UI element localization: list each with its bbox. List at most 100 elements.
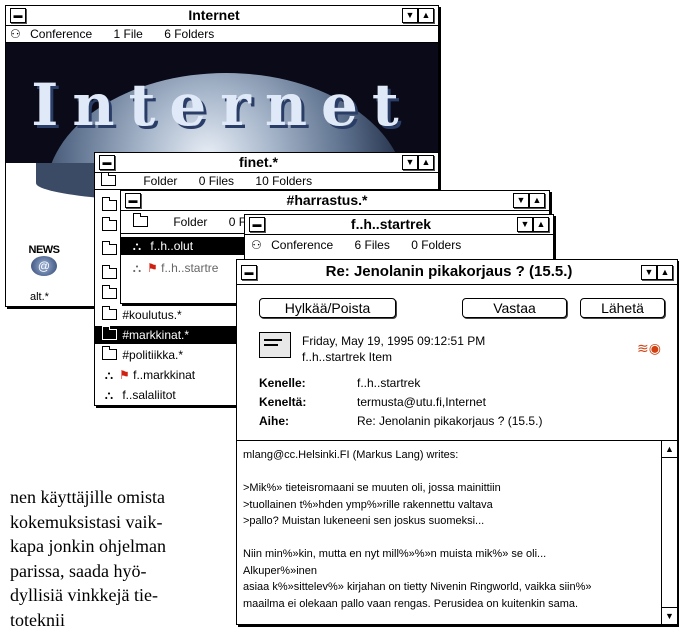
subject-value: Re: Jenolanin pikakorjaus ? (15.5.)	[357, 414, 542, 428]
info-files: 0 Files	[199, 174, 234, 188]
folder-icon	[133, 215, 166, 229]
scroll-down-icon[interactable]: ▼	[513, 193, 529, 208]
info-folders: 6 Folders	[164, 27, 214, 41]
newsgroup-icon: ⛬	[127, 237, 147, 255]
folder-icon	[101, 174, 134, 188]
scroll-down-icon[interactable]: ▼	[641, 265, 657, 280]
finet-title: finet.*	[119, 153, 398, 172]
body-line	[243, 464, 657, 481]
send-button[interactable]: Lähetä	[580, 298, 665, 318]
flag-icon: ⚑	[147, 261, 158, 275]
window-menu-icon[interactable]: ▬	[10, 8, 26, 23]
info-folders: 0 Folders	[411, 238, 461, 252]
body-line: >pallo? Muistan lukeneeni sen joskus suo…	[243, 513, 657, 530]
folder-icon	[102, 268, 117, 279]
newsgroup-icon: ⛬	[99, 366, 119, 384]
scroll-down-icon[interactable]: ▼	[517, 217, 533, 232]
info-type: Conference	[30, 27, 92, 41]
message-body-pane[interactable]: mlang@cc.Helsinki.FI (Markus Lang) write…	[237, 440, 677, 624]
scroll-down-icon[interactable]: ▼	[402, 8, 418, 23]
to-label: Kenelle:	[259, 376, 306, 390]
folder-icon	[102, 349, 117, 360]
folder-icon	[102, 244, 117, 255]
scroll-down-icon[interactable]: ▼	[402, 155, 418, 170]
to-value: f..h..startrek	[357, 376, 420, 390]
article-line: kapa jonkin ohjelman	[10, 534, 217, 559]
body-line: Niin min%»kin, mutta en nyt mill%»%»n mu…	[243, 546, 657, 563]
vertical-scrollbar[interactable]: ▲ ▼	[661, 441, 677, 624]
reject-button[interactable]: Hylkää/Poista	[259, 298, 396, 318]
newsgroup-icon: ⛬	[127, 259, 147, 277]
article-line: kokemuksistasi vaik-	[10, 510, 217, 535]
message-titlebar[interactable]: ▬ Re: Jenolanin pikakorjaus ? (15.5.) ▼ …	[237, 260, 677, 285]
internet-infobar: ⚇ Conference 1 File 6 Folders	[6, 26, 438, 43]
item-label: f..salaliitot	[122, 388, 175, 402]
body-line: >tuollainen t%»hden ymp%»rille rakennett…	[243, 497, 657, 514]
finet-titlebar[interactable]: ▬ finet.* ▼ ▲	[95, 153, 438, 173]
newsgroup-icon: ⛬	[99, 386, 119, 404]
folder-icon	[102, 329, 117, 340]
folder-icon	[102, 220, 117, 231]
wave-icon: ≋◉	[637, 340, 661, 357]
scrollbar-track[interactable]	[662, 458, 677, 607]
news-label: NEWS	[24, 244, 64, 256]
message-icon	[259, 332, 291, 358]
info-type: Folder	[173, 215, 207, 229]
scroll-up-icon[interactable]: ▲	[657, 265, 673, 280]
startrek-infobar: ⚇ Conference 6 Files 0 Folders	[245, 237, 553, 253]
internet-title: Internet	[30, 6, 398, 25]
message-window: ▬ Re: Jenolanin pikakorjaus ? (15.5.) ▼ …	[236, 259, 678, 625]
subject-label: Aihe:	[259, 414, 289, 428]
item-label: f..h..olut	[150, 239, 193, 253]
body-line: Alkuper%»inen	[243, 563, 657, 580]
startrek-titlebar[interactable]: ▬ f..h..startrek ▼ ▲	[245, 215, 553, 235]
item-label: f..markkinat	[133, 368, 195, 382]
scroll-up-icon[interactable]: ▲	[533, 217, 549, 232]
article-line: parissa, saada hyö-	[10, 559, 217, 584]
body-line: maailma ei olekaan pallo vaan rengas. Pe…	[243, 596, 657, 613]
body-line: >Mik%» tieteisromaani se muuten oli, jos…	[243, 480, 657, 497]
folder-icon	[102, 288, 117, 299]
body-line: asiaa k%»sittelev%» kirjahan on tietty N…	[243, 579, 657, 596]
info-type: Folder	[143, 174, 177, 188]
startrek-window: ▬ f..h..startrek ▼ ▲ ⚇ Conference 6 File…	[244, 214, 554, 264]
window-menu-icon[interactable]: ▬	[249, 217, 265, 232]
info-files: 1 File	[114, 27, 143, 41]
scroll-up-arrow-icon[interactable]: ▲	[662, 441, 677, 458]
harrastus-titlebar[interactable]: ▬ #harrastus.* ▼ ▲	[121, 191, 549, 211]
from-value: termusta@utu.fi,Internet	[357, 395, 486, 409]
body-line: mlang@cc.Helsinki.FI (Markus Lang) write…	[243, 447, 657, 464]
body-line	[243, 530, 657, 547]
article-line: nen käyttäjille omista	[10, 485, 217, 510]
folder-icon	[102, 200, 117, 211]
item-label: f..h..startre	[161, 261, 218, 275]
finet-infobar: Folder 0 Files 10 Folders	[95, 173, 438, 190]
info-folders: 10 Folders	[255, 174, 312, 188]
window-menu-icon[interactable]: ▬	[99, 155, 115, 170]
internet-titlebar[interactable]: ▬ Internet ▼ ▲	[6, 6, 438, 26]
item-label: #markkinat.*	[122, 328, 189, 342]
article-text: nen käyttäjille omista kokemuksistasi va…	[10, 485, 217, 632]
reply-button[interactable]: Vastaa	[462, 298, 567, 318]
flag-icon: ⚑	[119, 368, 130, 382]
message-body: mlang@cc.Helsinki.FI (Markus Lang) write…	[243, 447, 657, 612]
conference-icon: ⚇	[10, 27, 21, 41]
article-line: toteknii	[10, 608, 217, 632]
from-label: Keneltä:	[259, 395, 306, 409]
window-menu-icon[interactable]: ▬	[125, 193, 141, 208]
window-menu-icon[interactable]: ▬	[241, 265, 257, 280]
alt-label: alt.*	[30, 291, 49, 303]
article-line: dyllisiä vinkkejä tie-	[10, 583, 217, 608]
scroll-up-icon[interactable]: ▲	[418, 8, 434, 23]
scroll-up-icon[interactable]: ▲	[418, 155, 434, 170]
message-title: Re: Jenolanin pikakorjaus ? (15.5.)	[261, 260, 637, 284]
info-files: 6 Files	[355, 238, 390, 252]
internet-banner: Internet	[6, 43, 438, 163]
scroll-up-icon[interactable]: ▲	[529, 193, 545, 208]
news-icon[interactable]: NEWS @	[24, 244, 64, 288]
conference-icon: ⚇	[251, 238, 262, 252]
harrastus-title: #harrastus.*	[145, 191, 509, 210]
scroll-down-arrow-icon[interactable]: ▼	[662, 607, 677, 624]
folder-icon	[102, 309, 117, 320]
info-type: Conference	[271, 238, 333, 252]
